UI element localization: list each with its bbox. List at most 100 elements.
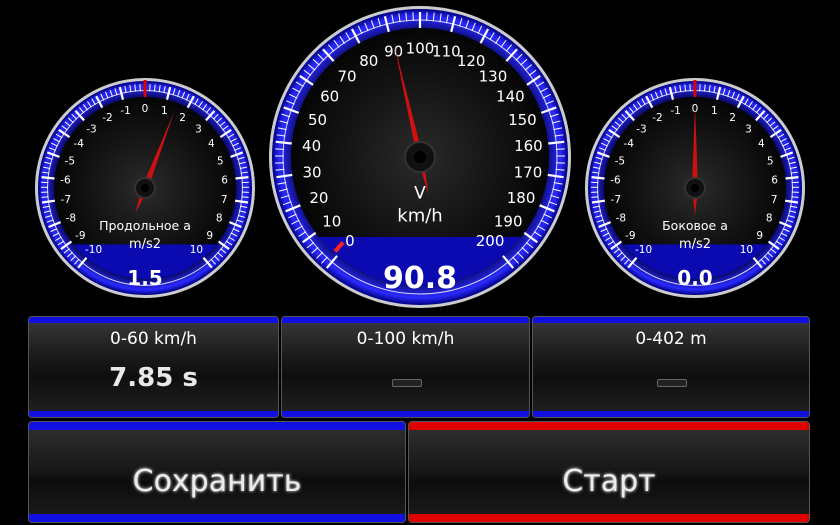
panel-title: 0-402 m bbox=[635, 329, 707, 349]
gauge-svg: -10-9-8-7-6-5-4-3-2-1012345678910Боковое… bbox=[585, 78, 805, 298]
gauge-tick bbox=[41, 196, 49, 198]
panel-title: 0-100 km/h bbox=[356, 329, 455, 349]
gauge-tick-label: -8 bbox=[66, 213, 76, 225]
gauge-tick bbox=[153, 84, 156, 92]
panel-top-bar bbox=[29, 317, 278, 323]
gauge-tick-label: 2 bbox=[729, 112, 736, 124]
gauge-tick-label: 5 bbox=[217, 155, 224, 167]
gauge-tick bbox=[591, 176, 605, 180]
gauge-tick-label: 9 bbox=[206, 230, 213, 242]
gauge-tick-label: 0 bbox=[142, 103, 149, 115]
gauge-tick-label: 10 bbox=[190, 244, 203, 256]
gauge-tick bbox=[41, 176, 55, 180]
gauge-tick-label: -4 bbox=[623, 138, 634, 150]
gauge-tick-label: -5 bbox=[65, 155, 75, 167]
gauge-svg: -10-9-8-7-6-5-4-3-2-1 0 12345678910Продоль… bbox=[35, 78, 255, 298]
gauge-caption: Продольное а bbox=[99, 218, 191, 233]
empty-value-placeholder bbox=[657, 379, 687, 387]
start-button-label: Старт bbox=[562, 464, 656, 499]
gauge-tick-label: 6 bbox=[221, 174, 228, 186]
gauge-tick-label: -10 bbox=[85, 244, 102, 256]
button-bottom-stripe bbox=[409, 514, 809, 522]
gauge-tick-label: 150 bbox=[508, 111, 537, 129]
button-top-stripe bbox=[409, 422, 809, 430]
gauge-tick-label: 10 bbox=[322, 212, 341, 230]
gauge-unit: km/h bbox=[397, 206, 442, 227]
gauge-tick-label: -9 bbox=[75, 230, 85, 242]
gauge-tick-label: -8 bbox=[616, 213, 626, 225]
gauge-tick bbox=[235, 176, 249, 180]
gauge-tick-label: -9 bbox=[625, 230, 635, 242]
gauge-tick-label: 10 bbox=[740, 244, 753, 256]
gauge-tick-label: 3 bbox=[745, 123, 752, 135]
gauge-tick bbox=[241, 196, 249, 198]
gauge-unit: m/s2 bbox=[679, 237, 711, 252]
gauge-tick-label: 40 bbox=[302, 137, 321, 155]
button-bottom-stripe bbox=[29, 514, 405, 522]
button-top-stripe bbox=[29, 422, 405, 430]
gauge-tick-label: 1 bbox=[161, 105, 168, 117]
panel-0-100: 0-100 km/h bbox=[281, 316, 530, 418]
gauge-tick-label: 100 bbox=[406, 39, 435, 57]
gauge-tick-label: 180 bbox=[507, 189, 536, 207]
gauge-unit: m/s2 bbox=[129, 237, 161, 252]
gauge-tick-label: -1 bbox=[670, 105, 680, 117]
save-button[interactable]: Сохранить bbox=[28, 421, 406, 523]
gauge-tick-label: 30 bbox=[303, 164, 322, 182]
gauge-tick-label: -4 bbox=[73, 138, 84, 150]
gauge-tick-label: -2 bbox=[652, 112, 662, 124]
gauge-tick-label: -7 bbox=[611, 194, 621, 206]
start-button[interactable]: Старт bbox=[408, 421, 810, 523]
panel-0-402: 0-402 m bbox=[532, 316, 810, 418]
gauge-tick-label: 4 bbox=[208, 138, 215, 150]
gauge-tick-label: 0 bbox=[345, 232, 355, 250]
gauge-tick bbox=[703, 84, 706, 92]
gauge-tick-label: 1 bbox=[711, 105, 718, 117]
app-screen: -10 -9 -8 -7 -6 -5 -4 -3 -2 -1 0 1 2 3 4 5 6 7 8 9 10 Продоль… bbox=[0, 0, 840, 525]
gauge-tick-label: 6 bbox=[771, 174, 778, 186]
gauge-tick-label: 3 bbox=[195, 123, 202, 135]
gauge-tick-label: 4 bbox=[758, 138, 765, 150]
save-button-label: Сохранить bbox=[132, 464, 302, 499]
gauge-tick-label: -3 bbox=[86, 123, 96, 135]
panel-bottom-bar bbox=[29, 411, 278, 417]
gauge-tick bbox=[791, 196, 799, 198]
gauge-value: 1.5 bbox=[127, 266, 162, 290]
panel-bottom-bar bbox=[533, 411, 809, 417]
gauge-tick-label: -3 bbox=[636, 123, 646, 135]
panel-0-60: 0-60 km/h 7.85 s bbox=[28, 316, 279, 418]
gauge-tick bbox=[785, 176, 799, 180]
gauge-tick-label: 90 bbox=[384, 43, 403, 61]
panel-value: 7.85 s bbox=[109, 363, 198, 393]
gauge-tick-label: 70 bbox=[338, 67, 357, 85]
gauge-tick-label: 200 bbox=[476, 232, 505, 250]
gauge-tick-label: 60 bbox=[320, 87, 339, 105]
gauge-svg: 0102030405060708090 100110120130140150160… bbox=[269, 6, 571, 308]
gauge-tick-label: 2 bbox=[179, 112, 186, 124]
gauge-tick-label: 8 bbox=[766, 213, 773, 225]
gauge-tick-label: -10 bbox=[635, 244, 652, 256]
gauge-tick-label: -1 bbox=[120, 105, 130, 117]
gauge-tick-label: 170 bbox=[514, 164, 543, 182]
gauge-tick-label: -6 bbox=[60, 174, 71, 186]
gauge-tick bbox=[134, 84, 137, 92]
gauge-tick-label: 140 bbox=[496, 87, 525, 105]
gauge-tick-label: 20 bbox=[309, 189, 328, 207]
gauge-tick-label: 9 bbox=[756, 230, 763, 242]
gauge-tick-label: -5 bbox=[615, 155, 625, 167]
gauge-tick-label: -7 bbox=[61, 194, 71, 206]
gauge-tick-label: -2 bbox=[102, 112, 112, 124]
gauge-tick bbox=[591, 196, 599, 198]
gauge-tick-label: 7 bbox=[221, 194, 228, 206]
gauge-value: 0.0 bbox=[677, 266, 712, 290]
gauge-caption: Боковое а bbox=[662, 218, 728, 233]
lateral-acceleration-gauge: -10-9-8-7-6-5-4-3-2-1012345678910Боковое… bbox=[583, 76, 807, 300]
panel-title: 0-60 km/h bbox=[110, 329, 197, 349]
gauge-tick-label: 7 bbox=[771, 194, 778, 206]
gauge-tick-label: 190 bbox=[494, 212, 523, 230]
gauge-tick bbox=[684, 84, 687, 92]
panel-top-bar bbox=[533, 317, 809, 323]
speedometer-gauge: 0 10 20 30 40 50 60 70 80 90 100 110 120 130 140 150 160… bbox=[267, 4, 573, 310]
gauge-tick-label: 5 bbox=[767, 155, 774, 167]
gauge-tick-label: 80 bbox=[359, 52, 378, 70]
